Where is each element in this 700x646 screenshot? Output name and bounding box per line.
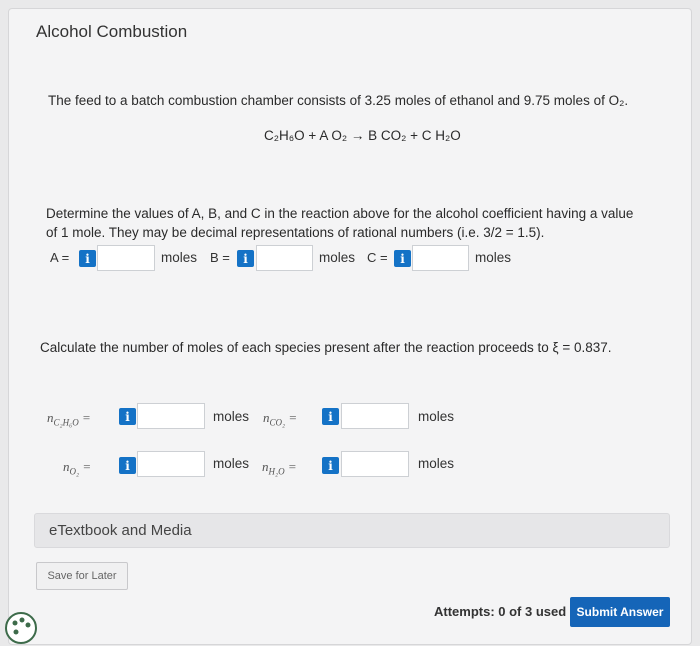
- attempts-counter: Attempts: 0 of 3 used: [434, 604, 567, 619]
- unit-o2: moles: [213, 456, 250, 471]
- info-icon[interactable]: i: [119, 457, 136, 474]
- n-h2o-input[interactable]: [341, 451, 409, 477]
- unit-co2: moles: [418, 409, 455, 424]
- coefficient-b-input[interactable]: [256, 245, 313, 271]
- coefficient-c-input[interactable]: [412, 245, 469, 271]
- info-icon[interactable]: i: [237, 250, 254, 267]
- info-icon[interactable]: i: [322, 408, 339, 425]
- info-icon[interactable]: i: [322, 457, 339, 474]
- coefficient-a-input[interactable]: [97, 245, 155, 271]
- label-c: C =: [367, 250, 388, 265]
- etextbook-label: eTextbook and Media: [49, 522, 192, 539]
- label-n-c2h6o: nC₂H₆O =: [47, 410, 91, 428]
- unit-c2h6o: moles: [213, 409, 250, 424]
- unit-b: moles: [319, 250, 356, 265]
- label-n-co2: nCO₂ =: [263, 410, 298, 428]
- feed-text: The feed to a batch combustion chamber c…: [48, 93, 629, 108]
- info-icon[interactable]: i: [119, 408, 136, 425]
- submit-answer-button[interactable]: Submit Answer: [570, 597, 670, 627]
- info-icon[interactable]: i: [394, 250, 411, 267]
- n-o2-input[interactable]: [137, 451, 205, 477]
- page-title: Alcohol Combustion: [36, 22, 188, 41]
- n-c2h6o-input[interactable]: [137, 403, 205, 429]
- instruction-text: Determine the values of A, B, and C in t…: [46, 206, 634, 240]
- unit-h2o: moles: [418, 456, 455, 471]
- label-b: B =: [210, 250, 230, 265]
- part2-text: Calculate the number of moles of each sp…: [40, 340, 612, 355]
- reaction-equation: C₂H₆O + A O₂ → B CO₂ + C H₂O: [264, 128, 461, 143]
- etextbook-panel[interactable]: eTextbook and Media: [34, 513, 670, 548]
- label-n-h2o: nH₂O =: [262, 459, 297, 477]
- unit-c: moles: [475, 250, 512, 265]
- n-co2-input[interactable]: [341, 403, 409, 429]
- save-for-later-button[interactable]: Save for Later: [36, 562, 128, 590]
- label-n-o2: nO₂ =: [63, 459, 92, 477]
- info-icon[interactable]: i: [79, 250, 96, 267]
- palette-icon[interactable]: [3, 610, 39, 646]
- label-a: A =: [50, 250, 70, 265]
- unit-a: moles: [161, 250, 198, 265]
